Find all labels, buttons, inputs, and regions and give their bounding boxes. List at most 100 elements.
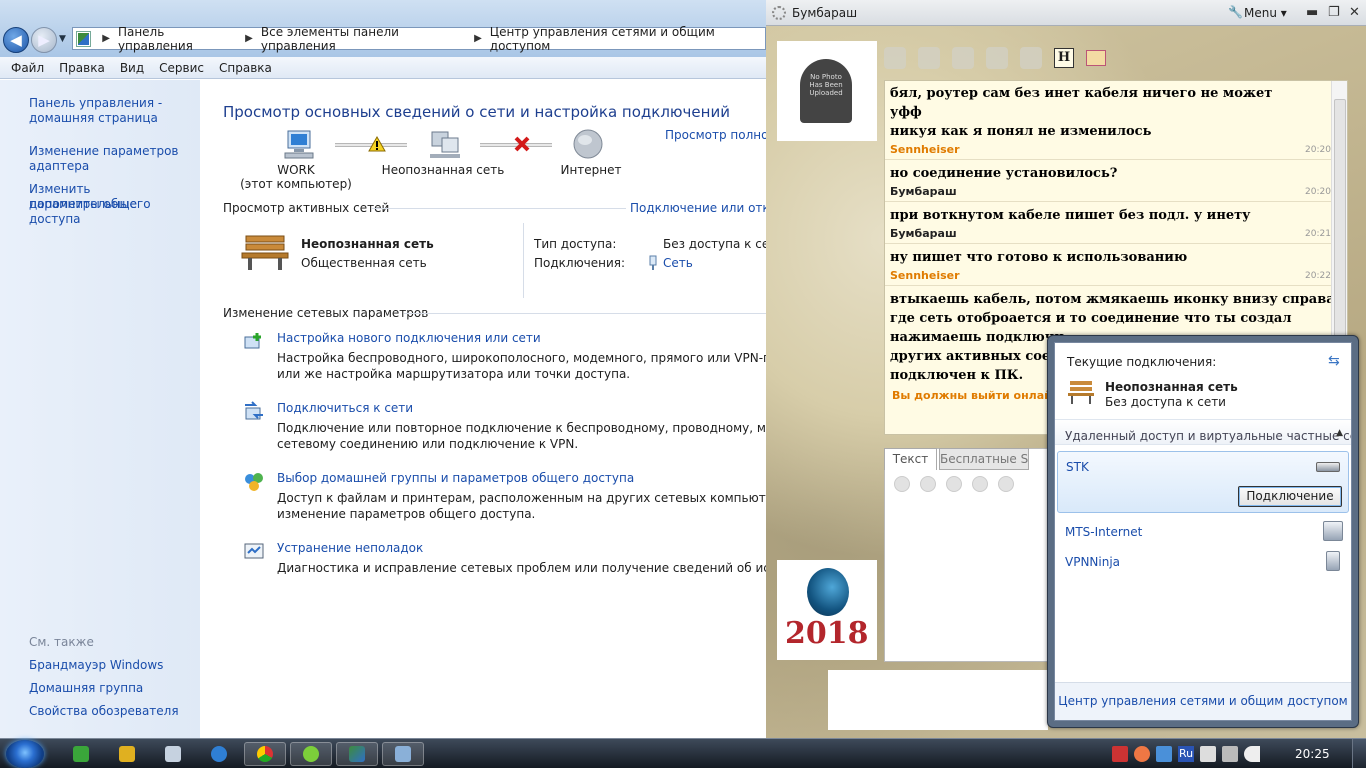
flyout-network-name: Неопознанная сеть [1105, 380, 1238, 394]
taskbar-app-explorer[interactable] [382, 742, 424, 766]
taskbar-app-chrome[interactable] [244, 742, 286, 766]
breadcrumb-all-items[interactable]: Все элементы панели управления [261, 25, 464, 53]
address-bar[interactable]: ▶ Панель управления ▶ Все элементы панел… [72, 25, 766, 53]
tray-firewall-icon[interactable] [1112, 746, 1128, 762]
task-new-connection-link[interactable]: Настройка нового подключения или сети [277, 331, 541, 345]
disconnected-x-icon [514, 136, 530, 152]
connection-item-stk[interactable]: STK Подключение [1057, 451, 1349, 513]
task-troubleshoot-desc: Диагностика и исправление сетевых пробле… [277, 561, 766, 575]
connection-network-link[interactable]: Сеть [663, 256, 693, 270]
full-map-link[interactable]: Просмотр полной [665, 128, 766, 142]
menu-file[interactable]: Файл [11, 61, 44, 75]
message-time: 20:20 [1305, 145, 1331, 155]
see-also-title: См. также [29, 635, 94, 649]
breadcrumb-arrow-icon[interactable]: ▶ [474, 33, 482, 44]
contact-avatar[interactable]: No Photo Has Been Uploaded [777, 41, 877, 141]
active-networks-header: Просмотр активных сетей [223, 201, 390, 215]
task-homegroup-link[interactable]: Выбор домашней группы и параметров общег… [277, 471, 634, 485]
map-computer-name: WORK [277, 163, 315, 177]
close-button[interactable]: ✕ [1349, 5, 1360, 20]
modem-icon [1316, 462, 1340, 472]
sidebar-link-homegroup[interactable]: Домашняя группа [29, 681, 143, 696]
sidebar-link-internet-options[interactable]: Свойства обозревателя [29, 704, 179, 719]
taskbar-app-ie[interactable] [198, 742, 240, 766]
microphone-icon[interactable] [918, 47, 940, 69]
restore-button[interactable]: ❐ [1328, 5, 1340, 20]
history-dropdown-icon[interactable]: ▼ [59, 34, 66, 44]
start-button[interactable] [6, 740, 44, 768]
my-avatar[interactable]: 2018 [777, 560, 877, 660]
task-connect-link[interactable]: Подключиться к сети [277, 401, 413, 415]
internet-explorer-icon [211, 746, 227, 762]
wrench-icon[interactable]: 🔧 [1228, 5, 1243, 19]
smiley-icon[interactable] [920, 476, 936, 492]
vertical-divider [523, 223, 524, 298]
menu-tools[interactable]: Сервис [159, 61, 204, 75]
message-text: других активных соед [890, 349, 1059, 364]
connect-disconnect-link[interactable]: Подключение или откл [630, 201, 766, 215]
files-icon[interactable] [986, 47, 1008, 69]
spellcheck-icon[interactable] [998, 476, 1014, 492]
tray-app-icon[interactable] [1156, 746, 1172, 762]
sidebar-link-adapter[interactable]: Изменение параметров [29, 144, 179, 159]
taskbar-app-icq[interactable] [290, 742, 332, 766]
webcam-icon[interactable] [884, 47, 906, 69]
conference-icon[interactable] [952, 47, 974, 69]
format-icon[interactable] [894, 476, 910, 492]
games-icon[interactable] [1020, 47, 1042, 69]
chevron-up-icon[interactable]: ▲ [1336, 428, 1343, 438]
tray-icq-icon[interactable] [1134, 746, 1150, 762]
section-rule [404, 313, 766, 314]
back-button[interactable]: ◀ [3, 27, 29, 53]
breadcrumb-network-center[interactable]: Центр управления сетями и общим доступом [490, 25, 761, 53]
menu-help[interactable]: Справка [219, 61, 272, 75]
tray-volume-icon[interactable] [1244, 746, 1260, 762]
tab-free-sms[interactable]: Бесплатные SMS [939, 448, 1029, 470]
forward-button[interactable]: ▶ [31, 27, 57, 53]
minimize-button[interactable]: ▬ [1306, 5, 1318, 20]
chat-menu-button[interactable]: Menu ▾ [1244, 6, 1287, 20]
language-indicator[interactable]: Ru [1178, 746, 1194, 762]
taskbar-app-winamp[interactable] [106, 742, 148, 766]
history-button[interactable]: H [1054, 48, 1074, 68]
breadcrumb-root-arrow-icon[interactable]: ▶ [102, 33, 110, 44]
tray-flag-icon[interactable] [1200, 746, 1216, 762]
monitor-icon [395, 746, 411, 762]
vpn-section-header[interactable]: Удаленный доступ и виртуальные частные с… [1055, 419, 1351, 445]
task-troubleshoot-link[interactable]: Устранение неполадок [277, 541, 423, 555]
network-type-link[interactable]: Общественная сеть [301, 256, 427, 270]
network-flyout: Текущие подключения: ⇆ Неопознанная сеть… [1047, 335, 1359, 728]
desktop: ◀ ▶ ▼ ▶ Панель управления ▶ Все элементы… [0, 0, 1366, 768]
connection-item-vpnninja[interactable]: VPNNinja [1065, 555, 1120, 569]
refresh-icon[interactable]: ⇆ [1328, 353, 1340, 369]
ethernet-plug-icon [649, 255, 657, 270]
breadcrumb-arrow-icon[interactable]: ▶ [245, 33, 253, 44]
offline-warning: Вы должны выйти онлайн [892, 389, 1060, 402]
taskbar-app-utorrent[interactable] [60, 742, 102, 766]
open-network-center-link[interactable]: Центр управления сетями и общим доступом [1055, 682, 1351, 720]
sidebar-link-cp-home[interactable]: Панель управления - [29, 96, 162, 111]
taskbar-app-calculator[interactable] [152, 742, 194, 766]
sidebar-link-firewall[interactable]: Брандмауэр Windows [29, 658, 163, 673]
sidebar-link-cp-home-2[interactable]: домашняя страница [29, 111, 158, 126]
sidebar-link-adapter-2[interactable]: адаптера [29, 159, 89, 174]
show-desktop-button[interactable] [1352, 739, 1366, 768]
menu-edit[interactable]: Правка [59, 61, 105, 75]
control-panel-icon [349, 746, 365, 762]
settings-gear-icon[interactable] [972, 476, 988, 492]
flyout-network-status: Без доступа к сети [1105, 395, 1226, 409]
contact-card-icon[interactable] [1086, 50, 1106, 66]
sidebar-link-sharing-2[interactable]: параметры общего доступа [29, 197, 200, 227]
clock[interactable]: 20:25 [1295, 747, 1330, 761]
public-bench-icon [1068, 381, 1094, 404]
breadcrumb-control-panel[interactable]: Панель управления [118, 25, 235, 53]
tray-network-icon[interactable] [1222, 746, 1238, 762]
public-bench-icon[interactable] [240, 232, 290, 272]
nudge-icon[interactable] [946, 476, 962, 492]
taskbar-app-network[interactable] [336, 742, 378, 766]
tab-text[interactable]: Текст [884, 448, 937, 470]
message-text: втыкаешь кабель, потом жмякаешь иконку в… [890, 292, 1335, 307]
connect-button[interactable]: Подключение [1238, 486, 1342, 507]
connection-item-mts[interactable]: MTS-Internet [1065, 525, 1142, 539]
menu-view[interactable]: Вид [120, 61, 144, 75]
